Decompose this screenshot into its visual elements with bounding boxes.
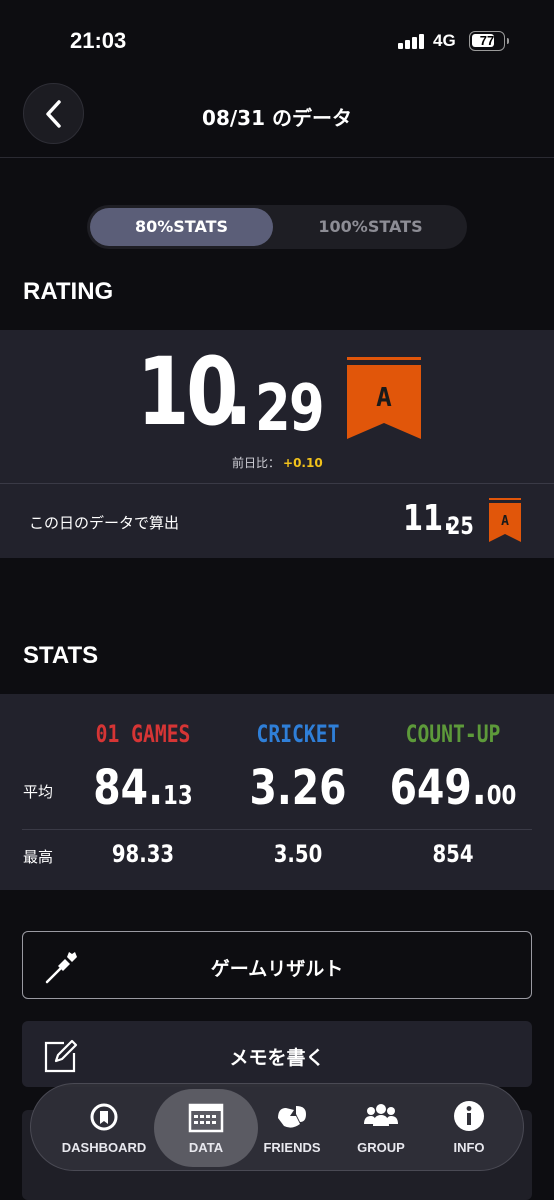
page-title: 08/31 のデータ [202,106,352,130]
rating-value-integer: 10 [137,338,238,447]
tab-label: DATA [188,1140,224,1155]
info-icon [454,1101,484,1131]
max-cricket: 3.50 [273,840,323,868]
tab-data[interactable]: DATA [154,1089,258,1167]
tab-friends[interactable]: FRIENDS [259,1084,325,1172]
write-memo-button[interactable]: メモを書く [22,1021,532,1087]
memo-label: メモを書く [229,1047,325,1069]
status-bar: 21:03 4G 77 [0,0,554,80]
day-rating-decimal: 25 [447,512,474,540]
tab-label: FRIENDS [263,1140,321,1155]
game-result-label: ゲームリザルト [210,958,344,980]
avg-count-up: 649.00 [389,760,517,816]
day-grade-letter: A [501,514,509,529]
bottom-tab-bar: DASHBOARD DATA FRIENDS GROUP INFO [30,1083,524,1171]
tab-group[interactable]: GROUP [343,1084,419,1172]
gauge-icon [90,1103,118,1131]
col-head-01-games: 01 GAMES [95,720,191,748]
battery-percent: 77 [479,33,495,48]
battery-icon: 77 [469,31,509,51]
tab-info[interactable]: INFO [436,1084,502,1172]
avg-row-label: 平均 [23,783,54,801]
calendar-icon [188,1103,224,1133]
rating-diff: 前日比： +0.10 [232,454,323,471]
header-bar: 08/31 のデータ [0,80,554,158]
tab-label: DASHBOARD [61,1140,147,1155]
toggle-80-stats[interactable]: 80%STATS [90,208,273,246]
avg-cricket: 3.26 [249,760,347,816]
group-icon [364,1104,398,1126]
tab-label: INFO [453,1140,485,1155]
stats-section-title: STATS [23,642,99,669]
signal-icon [398,33,426,49]
col-head-cricket: CRICKET [256,720,340,748]
network-type: 4G [433,31,456,50]
stats-mode-toggle[interactable]: 80%STATS 100%STATS [87,205,467,249]
game-result-button[interactable]: ゲームリザルト [22,931,532,999]
col-head-count-up: COUNT-UP [405,720,501,748]
tab-dashboard[interactable]: DASHBOARD [51,1084,157,1172]
divider [0,483,554,484]
divider [22,829,532,830]
max-row-label: 最高 [23,848,54,866]
max-01-games: 98.33 [111,840,175,868]
day-calc-label: この日のデータで算出 [29,514,180,532]
rating-grade-flag-icon: A [347,357,421,439]
rating-section-title: RATING [23,278,114,305]
rating-diff-value: +0.10 [283,456,323,470]
rating-diff-label: 前日比： [232,456,281,470]
data-screen: 21:03 4G 77 08/31 のデータ 80%STATS 100%STAT… [0,0,554,1200]
rating-value-dot: . [224,338,253,447]
rating-grade-letter: A [376,383,392,413]
tab-label: GROUP [357,1140,405,1155]
toggle-100-stats[interactable]: 100%STATS [277,208,464,246]
stats-panel: 01 GAMES CRICKET COUNT-UP 平均 84.13 3.26 … [0,694,554,890]
clock: 21:03 [70,28,127,53]
rating-value-decimal: 29 [255,372,325,446]
rating-panel: 10 . 29 A 前日比： +0.10 この日のデータで算出 11. 25 A [0,330,554,558]
friends-icon [278,1106,306,1128]
day-grade-flag-icon: A [489,498,521,542]
max-count-up: 854 [432,840,474,868]
avg-01-games: 84.13 [93,760,193,816]
